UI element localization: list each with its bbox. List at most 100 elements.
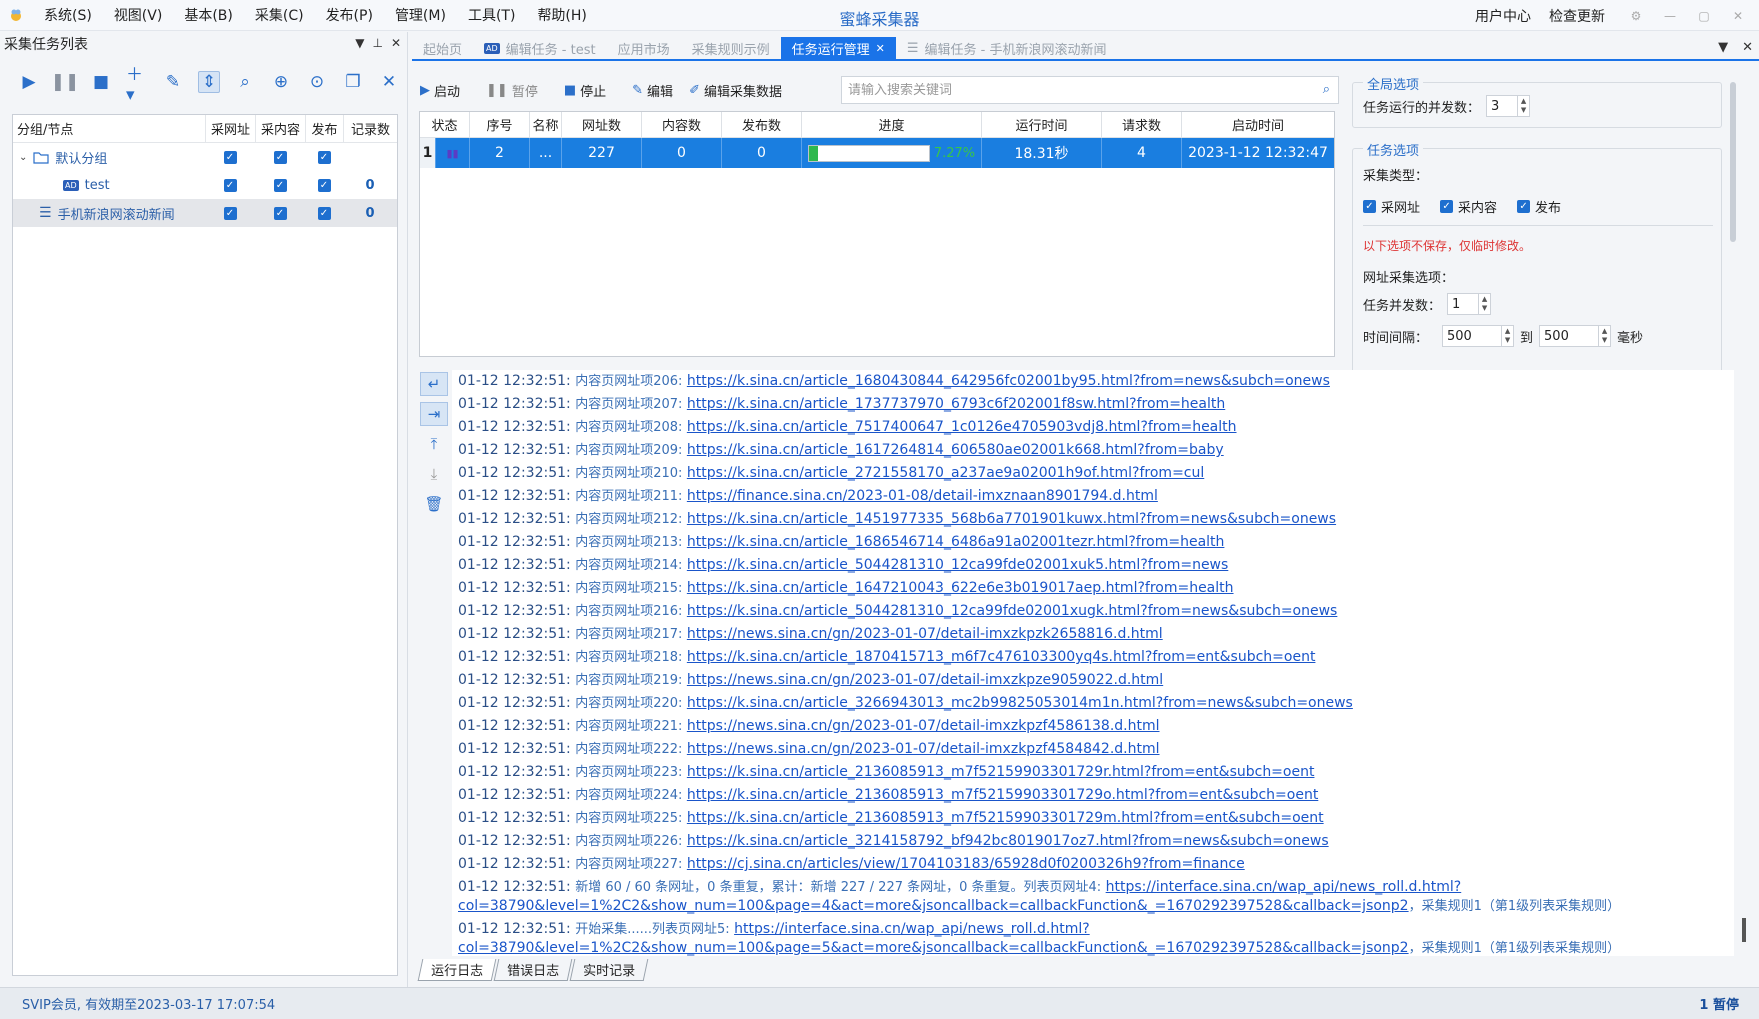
stop-icon[interactable]: ■ [90, 71, 112, 93]
tree-row-sina[interactable]: ☰ 手机新浪网滚动新闻 ✓ ✓ ✓ 0 [13, 199, 397, 227]
tab-home[interactable]: 起始页 [412, 37, 473, 59]
log-url-link[interactable]: https://news.sina.cn/gn/2023-01-07/detai… [687, 718, 1160, 734]
log-url-link[interactable]: https://k.sina.cn/article_2136085913_m7f… [687, 810, 1324, 826]
menu-tools[interactable]: 工具(T) [468, 5, 515, 25]
pause-icon[interactable]: ❚❚ [51, 71, 80, 93]
content-checkbox[interactable]: ✓ [273, 178, 287, 192]
log-url-link[interactable]: https://k.sina.cn/article_2721558170_a23… [687, 465, 1204, 481]
log-url-link[interactable]: https://k.sina.cn/article_1451977335_568… [687, 511, 1336, 527]
publish-checkbox[interactable]: ✓ [317, 150, 331, 164]
tab-examples[interactable]: 采集规则示例 [681, 37, 781, 59]
check-update-link[interactable]: 检查更新 [1549, 6, 1605, 26]
log-url-link[interactable]: https://k.sina.cn/article_5044281310_12c… [687, 557, 1228, 573]
url-checkbox[interactable]: ✓ [223, 178, 237, 192]
log-url-link[interactable]: https://k.sina.cn/article_2136085913_m7f… [687, 787, 1318, 803]
menu-collect[interactable]: 采集(C) [255, 5, 304, 25]
edit-button[interactable]: ✎ 编辑 [632, 81, 673, 100]
copy-icon[interactable]: ❐ [342, 71, 364, 93]
interval-from-stepper[interactable]: 500 ▲ ▼ [1442, 325, 1515, 347]
add-dropdown-icon[interactable]: ＋▾ [126, 65, 148, 105]
run-icon[interactable]: ▶ [18, 71, 40, 93]
clear-log-trash-icon[interactable]: 🗑 [420, 492, 448, 516]
log-url-link[interactable]: https://finance.sina.cn/2023-01-08/detai… [687, 488, 1158, 504]
collect-publish-checkbox[interactable]: ✓ 发布 [1517, 197, 1561, 216]
stepper-arrows-icon[interactable]: ▲ ▼ [1501, 326, 1513, 346]
edit-pencil-icon[interactable]: ✎ [162, 71, 184, 93]
tab-edit-sina[interactable]: ☰ 编辑任务 - 手机新浪网滚动新闻 [896, 37, 1118, 59]
tab-run-log[interactable]: 运行日志 [417, 959, 497, 981]
log-url-link[interactable]: https://k.sina.cn/article_3214158792_bf9… [687, 833, 1329, 849]
log-url-link[interactable]: https://k.sina.cn/article_3266943013_mc2… [687, 695, 1353, 711]
interval-to-stepper[interactable]: 500 ▲ ▼ [1539, 325, 1612, 347]
pause-button[interactable]: ❚❚ 暂停 [486, 81, 538, 100]
log-url-link[interactable]: https://k.sina.cn/article_1686546714_648… [687, 534, 1225, 550]
tree-row-test[interactable]: AD test ✓ ✓ ✓ 0 [13, 171, 397, 199]
tab-market[interactable]: 应用市场 [607, 37, 681, 59]
log-url-link[interactable]: https://k.sina.cn/article_1680430844_642… [687, 373, 1330, 389]
tabs-dropdown-icon[interactable]: ▼ [1718, 40, 1728, 55]
log-url-link[interactable]: https://k.sina.cn/article_2136085913_m7f… [687, 764, 1315, 780]
options-scrollbar[interactable] [1730, 82, 1736, 242]
collapse-chevron-icon[interactable]: ⌄ [19, 152, 27, 163]
wrap-lines-icon[interactable]: ↵ [420, 372, 448, 396]
close-window-icon[interactable]: ✕ [1725, 0, 1751, 31]
content-checkbox[interactable]: ✓ [273, 206, 287, 220]
menu-publish[interactable]: 发布(P) [326, 5, 373, 25]
log-url-link[interactable]: https://k.sina.cn/article_1647210043_622… [687, 580, 1234, 596]
log-url-link[interactable]: https://k.sina.cn/article_1617264814_606… [687, 442, 1224, 458]
menu-basic[interactable]: 基本(B) [184, 5, 233, 25]
url-checkbox[interactable]: ✓ [223, 150, 237, 164]
search-icon[interactable]: ⌕ [234, 71, 256, 93]
table-row[interactable]: 1 ▮▮ 2 ... 227 0 0 7.27% 18.31秒 4 2023-1… [420, 138, 1334, 168]
start-button[interactable]: ▶ 启动 [420, 81, 460, 100]
menu-manage[interactable]: 管理(M) [395, 5, 446, 25]
collect-content-checkbox[interactable]: ✓ 采内容 [1440, 197, 1497, 216]
content-checkbox[interactable]: ✓ [273, 150, 287, 164]
menu-view[interactable]: 视图(V) [114, 5, 163, 25]
expand-collapse-icon[interactable]: ⇕ [198, 71, 220, 93]
search-icon[interactable]: ⌕ [1323, 82, 1330, 97]
maximize-icon[interactable]: ▢ [1691, 0, 1717, 31]
concurrency-stepper[interactable]: 3 ▲ ▼ [1486, 95, 1531, 117]
publish-checkbox[interactable]: ✓ [317, 206, 331, 220]
tab-edit-test[interactable]: AD 编辑任务 - test [473, 37, 607, 59]
menu-help[interactable]: 帮助(H) [537, 5, 586, 25]
scroll-bottom-icon[interactable]: ⤓ [420, 462, 448, 486]
log-url-link[interactable]: https://cj.sina.cn/articles/view/1704103… [687, 856, 1245, 872]
log-url-link[interactable]: https://k.sina.cn/article_5044281310_12c… [687, 603, 1338, 619]
tab-task-runner[interactable]: 任务运行管理 ✕ [780, 37, 896, 59]
log-url-link[interactable]: https://news.sina.cn/gn/2023-01-07/detai… [687, 741, 1160, 757]
tree-row-default-group[interactable]: ⌄ 默认分组 ✓ ✓ ✓ [13, 143, 397, 171]
stop-button[interactable]: ■ 停止 [564, 81, 606, 100]
log-url-link[interactable]: https://k.sina.cn/article_1737737970_679… [687, 396, 1225, 412]
search-input[interactable] [848, 82, 1288, 98]
url-checkbox[interactable]: ✓ [223, 206, 237, 220]
collect-url-checkbox[interactable]: ✓ 采网址 [1363, 197, 1420, 216]
log-url-link[interactable]: https://k.sina.cn/article_1870415713_m6f… [687, 649, 1316, 665]
log-url-link[interactable]: https://news.sina.cn/gn/2023-01-07/detai… [687, 672, 1163, 688]
settings-gear-icon[interactable]: ⚙ [1623, 0, 1649, 31]
user-center-link[interactable]: 用户中心 [1475, 6, 1531, 26]
log-url-link[interactable]: https://news.sina.cn/gn/2023-01-07/detai… [687, 626, 1163, 642]
panel-close-icon[interactable]: ✕ [391, 36, 401, 50]
log-url-link[interactable]: https://k.sina.cn/article_7517400647_1c0… [687, 419, 1237, 435]
edit-data-button[interactable]: ✐ 编辑采集数据 [689, 81, 782, 100]
import-icon[interactable]: ⊕ [270, 71, 292, 93]
panel-dropdown-icon[interactable]: ▼ [355, 36, 364, 50]
publish-checkbox[interactable]: ✓ [317, 178, 331, 192]
stepper-arrows-icon[interactable]: ▲ ▼ [1478, 294, 1490, 314]
log-scrollbar[interactable] [1742, 918, 1746, 942]
tab-realtime[interactable]: 实时记录 [569, 959, 649, 981]
delete-icon[interactable]: ✕ [378, 71, 400, 93]
menu-system[interactable]: 系统(S) [44, 5, 92, 25]
export-icon[interactable]: ⊙ [306, 71, 328, 93]
indent-icon[interactable]: ⇥ [420, 402, 448, 426]
task-concurrency-stepper[interactable]: 1 ▲ ▼ [1447, 293, 1492, 315]
scroll-top-icon[interactable]: ⤒ [420, 432, 448, 456]
stepper-arrows-icon[interactable]: ▲ ▼ [1517, 96, 1529, 116]
tab-error-log[interactable]: 错误日志 [493, 959, 573, 981]
stepper-arrows-icon[interactable]: ▲ ▼ [1598, 326, 1610, 346]
tabs-close-icon[interactable]: ✕ [1742, 40, 1753, 55]
tab-close-icon[interactable]: ✕ [876, 42, 885, 55]
pin-icon[interactable]: ⊥ [372, 36, 382, 50]
